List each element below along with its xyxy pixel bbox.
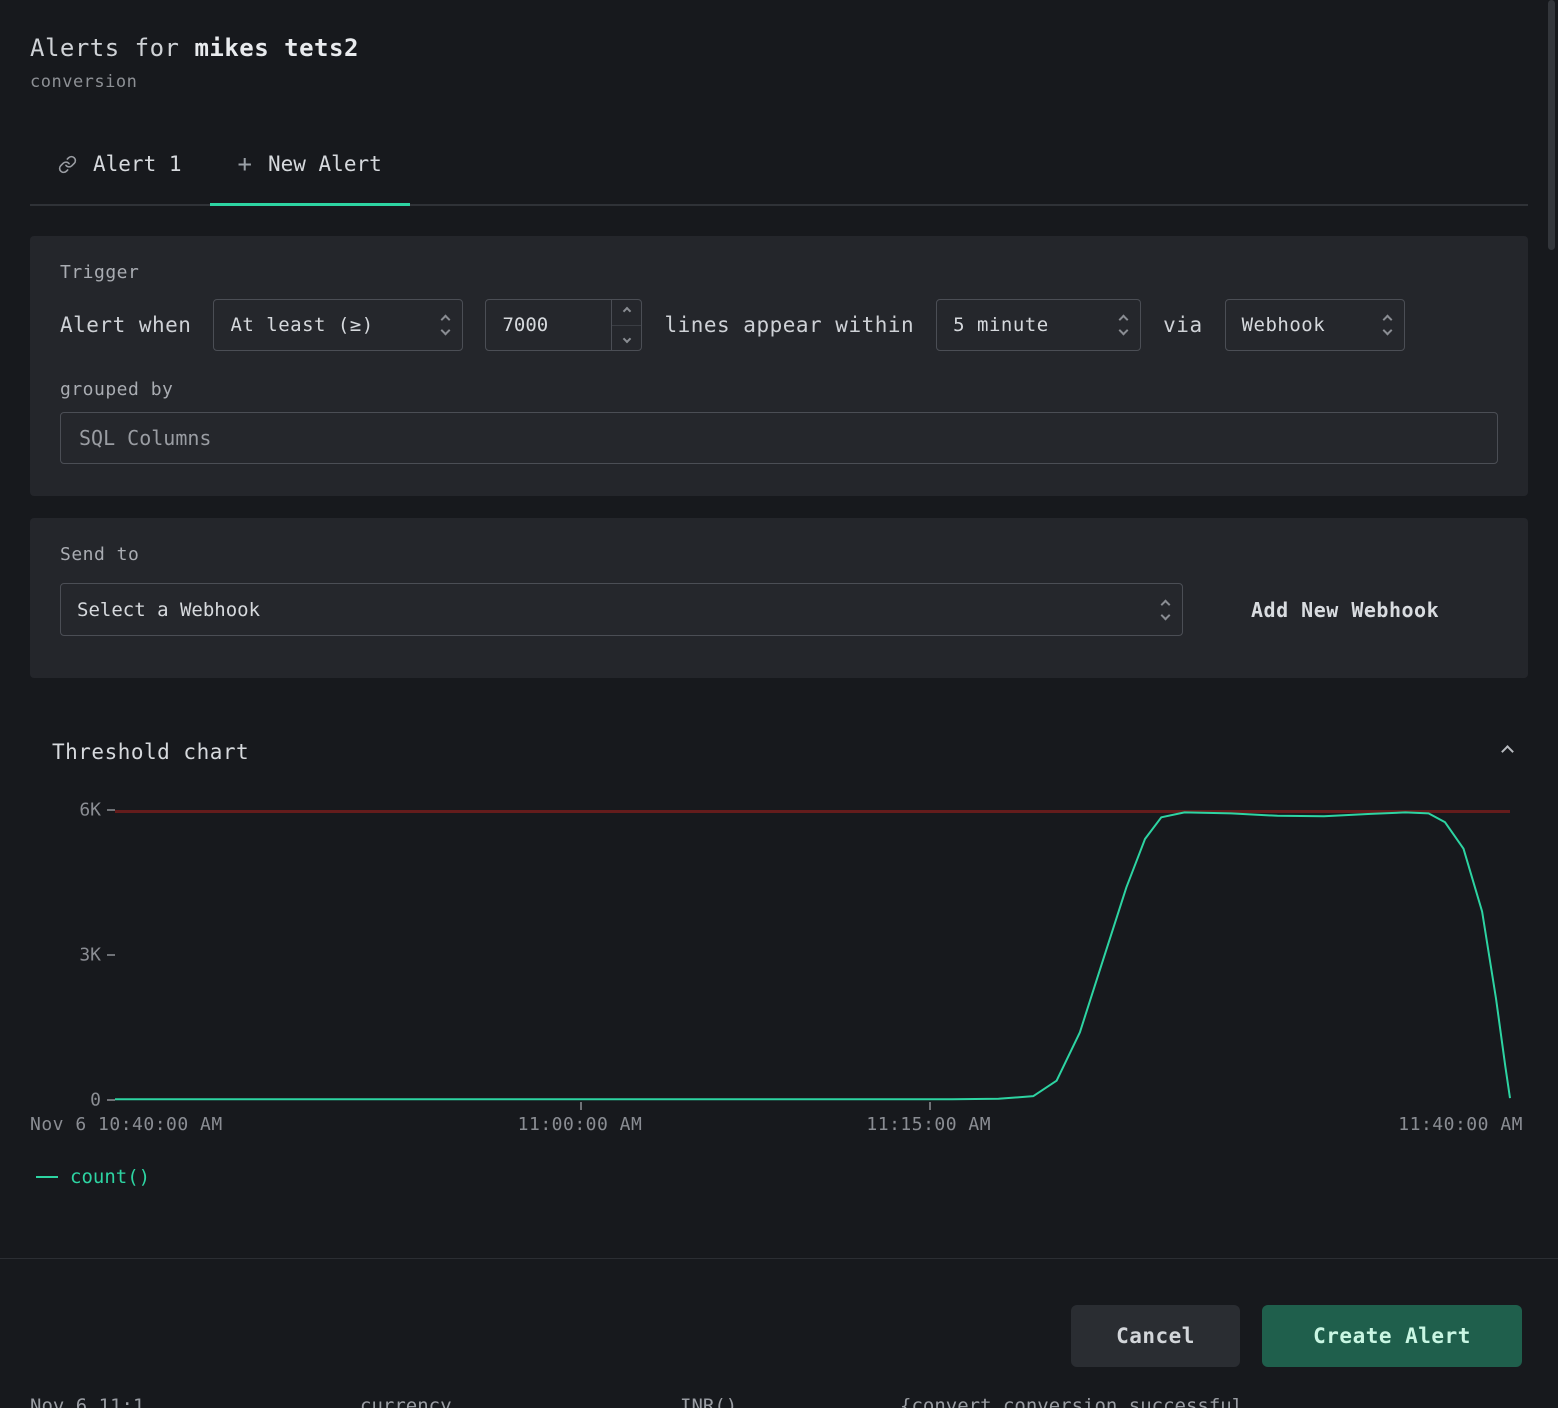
x-tick-label: 11:40:00 AM bbox=[1398, 1114, 1523, 1135]
y-tick-label: 3K bbox=[79, 945, 101, 966]
tab-new-alert-label: New Alert bbox=[268, 152, 382, 176]
via-label: via bbox=[1163, 313, 1202, 337]
tab-alert-1-label: Alert 1 bbox=[93, 152, 182, 176]
send-to-row: Select a Webhook Add New Webhook bbox=[60, 583, 1498, 636]
comparator-value: At least (≥) bbox=[230, 314, 373, 336]
comparator-select[interactable]: At least (≥) bbox=[213, 299, 463, 351]
chevron-up-icon bbox=[1501, 745, 1514, 758]
alerts-modal: Alerts for mikes tets2 conversion Alert … bbox=[0, 0, 1558, 1408]
chevron-up-icon bbox=[623, 307, 631, 315]
grouped-by-label: grouped by bbox=[60, 379, 1498, 400]
y-tick-mark bbox=[107, 954, 115, 956]
x-axis: Nov 6 10:40:00 AM 11:00:00 AM 11:15:00 AM 1… bbox=[30, 1114, 1528, 1138]
webhook-select[interactable]: Select a Webhook bbox=[60, 583, 1183, 636]
channel-select[interactable]: Webhook bbox=[1225, 299, 1405, 351]
x-tick-label: 11:15:00 AM bbox=[866, 1114, 991, 1135]
y-tick-mark bbox=[107, 809, 115, 811]
plus-icon: + bbox=[238, 150, 252, 178]
x-tick-mark bbox=[929, 1102, 931, 1110]
trigger-row: Alert when At least (≥) lines appear wit… bbox=[60, 299, 1498, 351]
y-axis: 03K6K bbox=[30, 810, 115, 1100]
page-title: Alerts for mikes tets2 bbox=[30, 34, 1528, 62]
tab-alert-1[interactable]: Alert 1 bbox=[30, 140, 210, 204]
tab-new-alert[interactable]: + New Alert bbox=[210, 140, 410, 204]
threshold-number-input bbox=[485, 299, 642, 351]
y-tick-label: 0 bbox=[90, 1090, 101, 1111]
threshold-chart: 03K6K bbox=[30, 810, 1528, 1100]
alert-tabs: Alert 1 + New Alert bbox=[30, 140, 1528, 206]
channel-value: Webhook bbox=[1242, 314, 1326, 336]
y-tick-mark bbox=[107, 1099, 115, 1101]
chevron-up-down-icon bbox=[1384, 316, 1391, 334]
chevron-up-down-icon bbox=[1162, 601, 1169, 619]
chart-plot bbox=[115, 810, 1510, 1100]
page-subtitle: conversion bbox=[30, 72, 1528, 92]
add-new-webhook-button[interactable]: Add New Webhook bbox=[1245, 597, 1445, 623]
time-window-value: 5 minute bbox=[953, 314, 1049, 336]
x-tick-mark bbox=[580, 1102, 582, 1110]
background-text-fragment: {convert conversion successful bbox=[900, 1395, 1243, 1408]
x-tick-label: 11:00:00 AM bbox=[518, 1114, 643, 1135]
x-tick-label: Nov 6 10:40:00 AM bbox=[30, 1114, 223, 1135]
series-color-swatch bbox=[36, 1176, 58, 1178]
chart-legend: count() bbox=[30, 1166, 1528, 1188]
time-window-select[interactable]: 5 minute bbox=[936, 299, 1141, 351]
alert-when-label: Alert when bbox=[60, 313, 191, 337]
threshold-chart-header: Threshold chart bbox=[30, 740, 1528, 764]
threshold-chart-title: Threshold chart bbox=[52, 740, 249, 764]
page-title-source-name: mikes tets2 bbox=[194, 34, 358, 62]
send-to-label: Send to bbox=[60, 544, 1498, 565]
scrollbar-thumb[interactable] bbox=[1548, 0, 1555, 250]
webhook-select-value: Select a Webhook bbox=[77, 599, 260, 621]
increment-button[interactable] bbox=[612, 300, 641, 325]
background-text-fragment: Nov 6 11:1 bbox=[30, 1395, 144, 1408]
modal-footer: Cancel Create Alert bbox=[0, 1258, 1558, 1367]
cancel-button[interactable]: Cancel bbox=[1071, 1305, 1240, 1367]
chevron-up-down-icon bbox=[1120, 316, 1127, 334]
trigger-panel: Trigger Alert when At least (≥) lines ap… bbox=[30, 236, 1528, 496]
background-text-fragment: currency bbox=[360, 1395, 452, 1408]
create-alert-button[interactable]: Create Alert bbox=[1262, 1305, 1522, 1367]
decrement-button[interactable] bbox=[612, 325, 641, 351]
background-log-row: Nov 6 11:1 currency INR() {convert conversi… bbox=[0, 1395, 1558, 1408]
threshold-value-input[interactable] bbox=[486, 300, 611, 350]
link-icon bbox=[58, 155, 77, 174]
threshold-stepper bbox=[611, 300, 641, 350]
lines-appear-within-label: lines appear within bbox=[664, 313, 914, 337]
trigger-section-label: Trigger bbox=[60, 262, 1498, 283]
chevron-down-icon bbox=[623, 335, 631, 343]
page-title-prefix: Alerts for bbox=[30, 34, 194, 62]
series-line bbox=[115, 812, 1510, 1099]
chevron-up-down-icon bbox=[442, 316, 449, 334]
group-by-columns-input[interactable] bbox=[60, 412, 1498, 464]
background-text-fragment: INR() bbox=[680, 1395, 737, 1408]
send-to-panel: Send to Select a Webhook Add New Webhook bbox=[30, 518, 1528, 678]
threshold-chart-svg bbox=[115, 810, 1510, 1100]
legend-series-label: count() bbox=[70, 1166, 150, 1188]
collapse-chart-button[interactable] bbox=[1499, 743, 1516, 762]
y-tick-label: 6K bbox=[79, 800, 101, 821]
